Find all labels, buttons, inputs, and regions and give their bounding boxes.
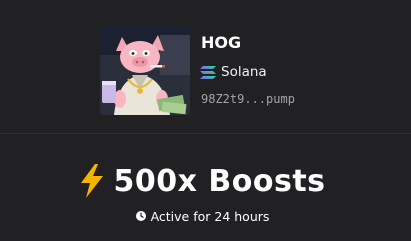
boost-title: 500x Boosts xyxy=(113,163,326,199)
boost-duration: Active for 24 hours xyxy=(0,207,411,225)
boost-card: HOG Solana 98Z2t9...pump 500x Boosts Act… xyxy=(0,0,411,241)
divider xyxy=(0,133,411,134)
boost-summary: 500x Boosts xyxy=(0,160,411,202)
token-address[interactable]: 98Z2t9...pump xyxy=(201,92,295,106)
chain-label: Solana xyxy=(221,64,267,80)
token-avatar xyxy=(100,25,190,115)
clock-icon xyxy=(135,211,146,221)
token-header: HOG Solana 98Z2t9...pump xyxy=(0,0,411,133)
solana-icon xyxy=(200,65,216,79)
duration-label: Active for 24 hours xyxy=(150,208,270,224)
chain-info: Solana xyxy=(200,63,267,81)
lightning-bolt-icon xyxy=(81,164,104,198)
token-name: HOG xyxy=(201,33,242,52)
